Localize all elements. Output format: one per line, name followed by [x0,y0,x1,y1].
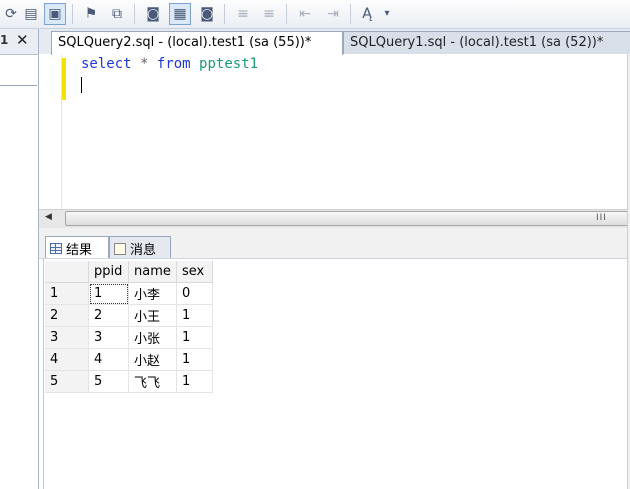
keyword-from: from [156,56,191,72]
row-number[interactable]: 3 [45,326,89,349]
uncomment-icon[interactable]: ≡ [258,3,280,25]
cell-sex[interactable]: 1 [176,304,213,327]
cell-name[interactable]: 飞飞 [128,370,177,393]
query-options-icon[interactable]: ⟳ [0,3,22,25]
row-number[interactable]: 5 [45,370,89,393]
results-grid: ppid name sex 1 1 小李 0 2 2 小王 1 3 3 小张 1… [45,261,213,393]
cell-ppid[interactable]: 5 [88,370,129,393]
column-header-ppid[interactable]: ppid [88,261,129,283]
close-icon[interactable]: ✕ [16,31,29,49]
toolbar-separator [72,4,73,24]
comment-icon[interactable]: ≡ [232,3,254,25]
cell-sex[interactable]: 1 [176,370,213,393]
tab-sqlquery2[interactable]: SQLQuery2.sql - (local).test1 (sa (55))* [51,31,343,55]
scrollbar-grip-icon: III [596,213,607,223]
divider [0,85,37,86]
change-indicator-bar [62,58,66,100]
results-to-grid-icon[interactable]: ▦ [169,3,191,25]
cell-sex[interactable]: 1 [176,326,213,349]
table-row[interactable]: 5 5 飞飞 1 [45,370,213,393]
table-row[interactable]: 3 3 小张 1 [45,326,213,349]
results-to-text-icon[interactable]: ◙ [142,3,164,25]
cell-name[interactable]: 小张 [128,326,177,349]
row-number[interactable]: 2 [45,304,89,327]
tab-results[interactable]: 结果 [45,236,109,258]
increase-indent-icon[interactable]: ⇥ [322,3,344,25]
scrollbar-thumb[interactable]: III [65,211,630,226]
cell-sex[interactable]: 0 [176,282,213,305]
results-tabbar: 结果 消息 [39,228,630,259]
results-grid-area: ppid name sex 1 1 小李 0 2 2 小王 1 3 3 小张 1… [39,259,630,489]
cell-name[interactable]: 小赵 [128,348,177,371]
tab-results-label: 结果 [66,243,93,258]
text-caret [81,77,82,93]
toolbar-separator [224,4,225,24]
cell-sex[interactable]: 1 [176,348,213,371]
decrease-indent-icon[interactable]: ⇤ [294,3,316,25]
table-identifier: pptest1 [199,56,259,72]
grid-border [43,259,44,489]
table-row[interactable]: 1 1 小李 0 [45,282,213,305]
grid-header-row: ppid name sex [45,261,213,283]
cell-name[interactable]: 小李 [128,282,177,305]
column-header-name[interactable]: name [128,261,177,283]
document-tabbar: SQLQuery2.sql - (local).test1 (sa (55))*… [39,29,630,55]
table-row[interactable]: 4 4 小赵 1 [45,348,213,371]
cell-name[interactable]: 小王 [128,304,177,327]
cell-ppid[interactable]: 3 [88,326,129,349]
specify-values-icon[interactable]: Ą [356,3,378,25]
display-plan-icon[interactable]: ⚑ [80,3,102,25]
tab-messages-label: 消息 [130,243,157,258]
cell-ppid[interactable]: 2 [88,304,129,327]
query-line-1[interactable]: select * from pptest1 [81,56,258,72]
object-explorer-pane: 1 ✕ [0,29,39,489]
table-row[interactable]: 2 2 小王 1 [45,304,213,327]
results-to-file-icon[interactable]: ◙ [196,3,218,25]
include-plan-icon[interactable]: ⧉ [106,3,128,25]
editor-horizontal-scrollbar[interactable]: ◀ III [39,209,630,229]
cell-ppid[interactable]: 1 [88,282,129,305]
cell-ppid[interactable]: 4 [88,348,129,371]
tab-messages[interactable]: 消息 [109,236,171,258]
keyword-select: select [81,56,132,72]
column-header-sex[interactable]: sex [176,261,213,283]
toolbar-separator [286,4,287,24]
pin-icon[interactable]: 1 [0,33,8,47]
messages-icon [114,242,126,255]
toolbar-separator [134,4,135,24]
results-to-icon[interactable]: ▤ [20,3,42,25]
row-number[interactable]: 1 [45,282,89,305]
query-editor[interactable]: select * from pptest1 [39,54,630,209]
grid-corner[interactable] [45,261,89,283]
operator-star: * [140,56,149,72]
toolbar-overflow-icon[interactable]: ▾ [380,3,394,25]
toolbar: ⟳ ▤ ▣ ⚑ ⧉ ◙ ▦ ◙ ≡ ≡ ⇤ ⇥ Ą ▾ [0,0,630,29]
save-icon[interactable]: ▣ [44,3,66,25]
toolbar-separator [350,4,351,24]
scroll-left-arrow-icon[interactable]: ◀ [45,212,52,222]
row-number[interactable]: 4 [45,348,89,371]
object-explorer-header: 1 ✕ [0,29,38,55]
grid-icon [50,243,62,254]
tab-sqlquery1[interactable]: SQLQuery1.sql - (local).test1 (sa (52))* [343,31,630,54]
